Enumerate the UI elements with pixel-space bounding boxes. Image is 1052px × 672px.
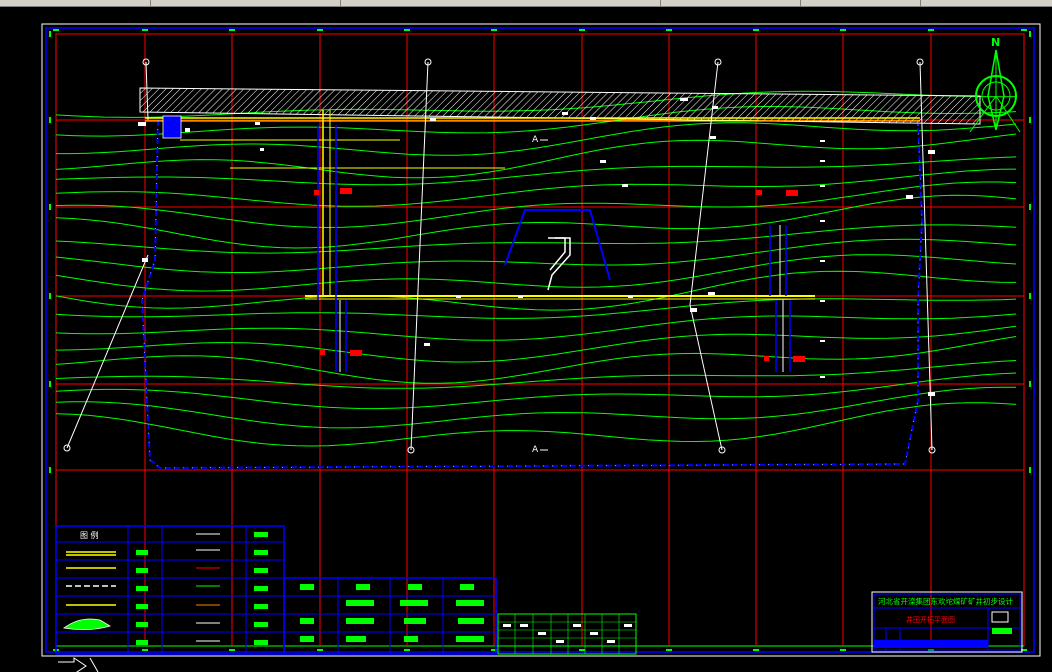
sheet-border-green [55,33,1025,647]
frame-tick [49,117,51,123]
frame-tick [49,467,51,473]
frame-tick [1029,293,1031,299]
north-label: N [991,36,1000,49]
contour-line [55,402,1017,447]
frame-tick [753,649,759,651]
contour-line [55,386,1016,429]
frame-tick [666,649,672,651]
frame-tick [49,293,51,299]
frame-tick [49,204,51,210]
frame-tick [840,649,846,651]
contour-line [55,254,1017,292]
contour-line [55,325,1017,363]
frame-tick [928,29,934,31]
frame-tick [1029,31,1031,37]
boundary-markers [141,119,923,469]
frame-tick [1029,381,1031,387]
frame-tick [404,649,410,651]
frame-tick [1029,204,1031,210]
contour-line [55,238,1017,273]
contour-line [55,298,1017,319]
contour-line [55,181,1017,229]
project-title: 河北省开滦集团东欢坨煤矿矿井初步设计 [878,596,1013,606]
frame-tick [49,381,51,387]
title-block: 河北省开滦集团东欢坨煤矿矿井初步设计 井田开拓平面图 [871,591,1023,653]
frame-tick [142,29,148,31]
frame-tick [1021,29,1027,31]
frame-tick [142,649,148,651]
frame-tick [491,29,497,31]
drawing-title: 井田开拓平面图 [906,615,955,624]
legend-table: 图 例 [55,525,285,655]
mine-field-boundary [140,119,924,470]
contour-line [55,224,1017,254]
contour-line [55,372,1017,410]
ucs-axis-icon [58,657,99,672]
frame-tick [579,29,585,31]
frame-tick [840,29,846,31]
frame-tick [753,29,759,31]
legend-title: 图 例 [80,530,99,540]
coordinate-table [497,613,637,655]
frame-tick [53,29,59,31]
reserve-table [283,577,497,655]
shaft-block [162,115,182,139]
frame-tick [317,649,323,651]
frame-tick [317,29,323,31]
frame-tick [404,29,410,31]
cad-drawing-canvas[interactable]: A A N 图 例 河北省开滦集团东欢坨煤矿矿井初步设计 井田开拓平面图 [0,6,1052,672]
frame-tick [1029,467,1031,473]
frame-tick [49,31,51,37]
frame-tick [579,649,585,651]
frame-tick [229,649,235,651]
panel-markers [314,188,805,362]
section-label-bottom: A [532,445,539,455]
section-label-top: A [532,135,539,145]
contour-line [55,336,1017,384]
frame-tick [666,29,672,31]
frame-tick [229,29,235,31]
frame-tick [1029,117,1031,123]
